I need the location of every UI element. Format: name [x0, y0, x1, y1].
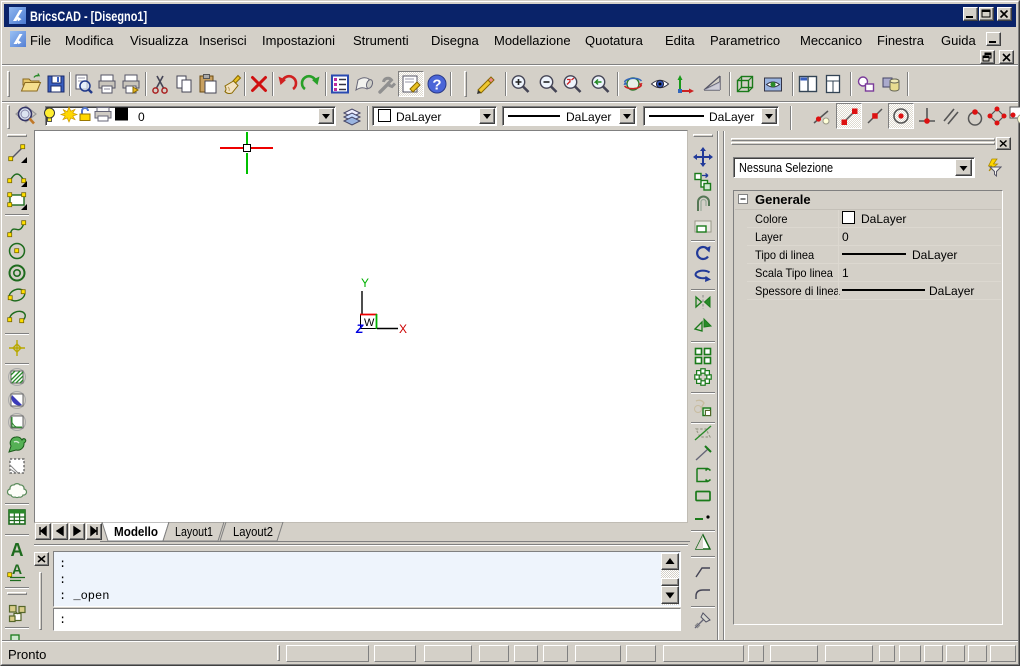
svg-text:Y: Y — [361, 276, 369, 290]
svg-text:W: W — [364, 317, 375, 329]
svg-text:Modello: Modello — [114, 524, 158, 539]
svg-text:?: ? — [432, 77, 441, 94]
svg-text:Layout1: Layout1 — [175, 524, 213, 539]
svg-text:Layout2: Layout2 — [233, 524, 273, 539]
svg-text:X: X — [399, 322, 407, 336]
svg-text:A: A — [11, 540, 24, 560]
svg-text:Z: Z — [355, 322, 364, 336]
svg-text:A: A — [12, 561, 22, 577]
